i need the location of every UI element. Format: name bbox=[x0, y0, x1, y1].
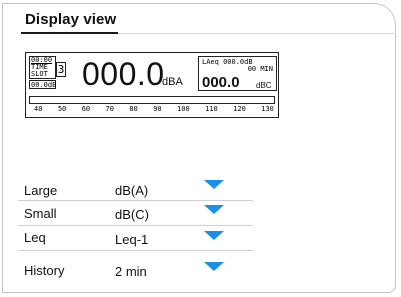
large-dropdown-arrow-icon[interactable] bbox=[204, 180, 224, 189]
leq-box: LAeq 000.0dB 00 MIN 000.0 dBC bbox=[198, 56, 277, 91]
small-level-readout: 00.0dB bbox=[29, 80, 57, 89]
slot-label: SLOT bbox=[31, 70, 48, 78]
small-label: Small bbox=[24, 206, 57, 221]
title-underline bbox=[21, 32, 118, 34]
history-select[interactable]: 2 min bbox=[115, 264, 147, 279]
large-level-value: 000.0 bbox=[82, 56, 165, 92]
scale-tick: 130 bbox=[261, 105, 274, 113]
row-divider bbox=[18, 200, 253, 201]
row-divider bbox=[18, 250, 253, 251]
secondary-level-unit: dBC bbox=[256, 81, 272, 90]
history-label: History bbox=[24, 263, 65, 278]
history-dropdown-arrow-icon[interactable] bbox=[204, 262, 224, 271]
level-bar bbox=[29, 96, 275, 104]
leq-setting-label: Leq bbox=[24, 230, 46, 245]
scale-tick: 70 bbox=[105, 105, 114, 113]
leq-dropdown-arrow-icon[interactable] bbox=[204, 231, 224, 240]
small-dropdown-arrow-icon[interactable] bbox=[204, 205, 224, 214]
scale-tick: 90 bbox=[153, 105, 162, 113]
panel-title: Display view bbox=[25, 11, 117, 28]
large-select[interactable]: dB(A) bbox=[115, 183, 148, 198]
leq-label: LAeq 000.0dB bbox=[202, 58, 253, 66]
scale-tick: 50 bbox=[57, 105, 67, 113]
time-slot-box: 00:00 TIME SLOT bbox=[29, 56, 56, 79]
title-divider bbox=[118, 33, 394, 34]
scale-tick: 60 bbox=[81, 105, 91, 113]
large-label: Large bbox=[24, 183, 58, 198]
scale-tick: 120 bbox=[233, 105, 246, 113]
scale-tick: 100 bbox=[177, 105, 190, 113]
small-select[interactable]: dB(C) bbox=[115, 207, 149, 222]
level-scale: 40 50 60 70 80 90 100 110 120 130 bbox=[34, 106, 274, 113]
scale-tick: 80 bbox=[129, 105, 138, 113]
scale-tick: 40 bbox=[34, 105, 43, 113]
leq-period: 00 MIN bbox=[247, 65, 273, 73]
row-divider bbox=[18, 225, 253, 226]
secondary-level-value: 000.0 bbox=[202, 74, 240, 91]
leq-select[interactable]: Leq-1 bbox=[115, 232, 148, 247]
lcd-preview: 00:00 TIME SLOT 3 00.0dB 000.0 dBA LAeq … bbox=[25, 52, 279, 118]
slot-number: 3 bbox=[56, 62, 66, 77]
scale-tick: 110 bbox=[205, 105, 218, 113]
large-level-unit: dBA bbox=[162, 76, 183, 88]
